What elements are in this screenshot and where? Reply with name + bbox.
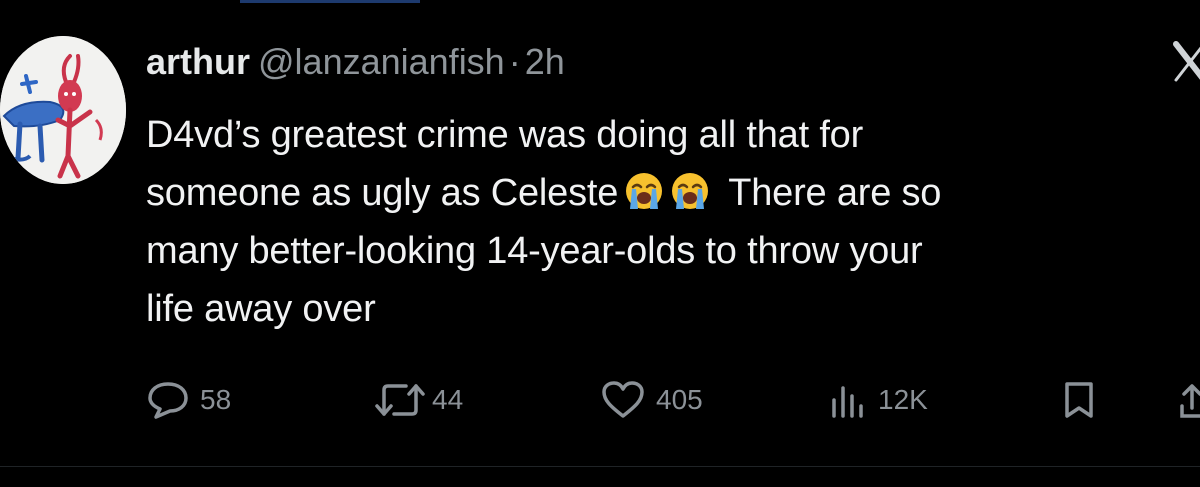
heart-icon [602, 381, 644, 418]
author-handle[interactable]: @lanzanianfish [258, 41, 505, 82]
tweet-text-line-2: someone as ugly as Celeste There are so [146, 164, 1196, 222]
like-count: 405 [656, 384, 703, 415]
repost-count: 44 [432, 384, 464, 415]
bookmark-button[interactable] [1062, 374, 1096, 426]
tweet-text-line-2b: There are so [728, 172, 942, 214]
avatar-drawing [0, 36, 126, 184]
tweet[interactable]: arthur @lanzanianfish · 2h D4vd’s greatest … [0, 0, 1200, 487]
avatar[interactable] [0, 36, 126, 184]
tweet-text: D4vd’s greatest crime was doing all that… [146, 106, 1196, 338]
reply-count: 58 [200, 384, 232, 415]
tweet-text-line-3: many better-looking 14-year-olds to thro… [146, 230, 923, 272]
more-icon[interactable] [1170, 36, 1200, 88]
repost-button[interactable]: 44 [372, 374, 463, 426]
tweet-text-line-2a: someone as ugly as Celeste [146, 172, 619, 214]
action-bar: 58 44 405 12K [0, 374, 1200, 426]
bookmark-icon [1065, 382, 1093, 418]
repost-icon [375, 384, 425, 416]
like-button[interactable]: 405 [600, 374, 703, 426]
views-count: 12K [878, 384, 928, 415]
reply-button[interactable]: 58 [146, 374, 231, 426]
reply-icon [148, 382, 188, 419]
timestamp[interactable]: 2h [525, 41, 565, 82]
views-button[interactable]: 12K [828, 374, 928, 426]
tweet-divider [0, 466, 1200, 467]
author-name[interactable]: arthur [146, 41, 250, 82]
header-separator: · [508, 41, 521, 82]
views-icon [832, 386, 863, 418]
loudly-crying-face-emoji-icon [626, 173, 663, 209]
tweet-text-line-4: life away over [146, 288, 376, 330]
share-icon [1180, 384, 1200, 418]
share-button[interactable] [1178, 374, 1200, 426]
tweet-text-line-1: D4vd’s greatest crime was doing all that… [146, 114, 864, 156]
tweet-header: arthur @lanzanianfish · 2h [146, 40, 565, 84]
loudly-crying-face-emoji-icon [672, 173, 709, 209]
